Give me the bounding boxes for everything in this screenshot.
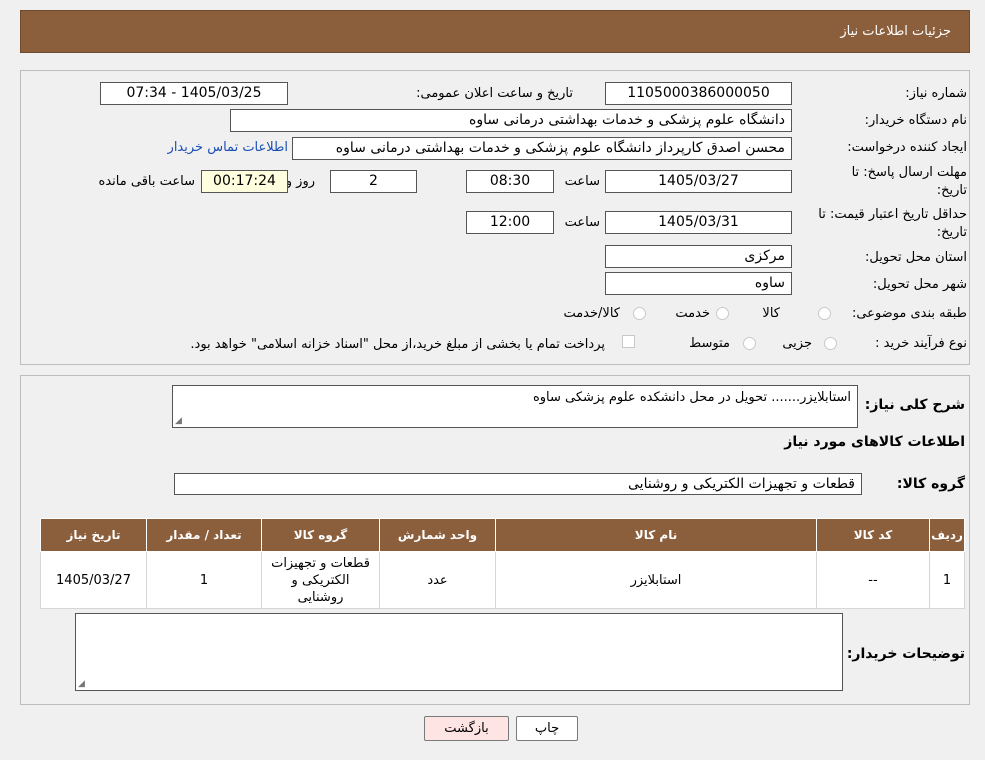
goods-group-field[interactable]: قطعات و تجهیزات الکتریکی و روشنایی — [174, 473, 862, 495]
days-label: روز و — [285, 174, 315, 189]
buyer-notes-field[interactable]: ◢ — [75, 613, 843, 691]
deadline-label: مهلت ارسال پاسخ: تا — [851, 165, 967, 180]
validity-label: حداقل تاریخ اعتبار قیمت: تا — [818, 207, 967, 222]
col-quantity: تعداد / مقدار — [146, 518, 262, 552]
description-label: شرح کلی نیاز: — [864, 397, 965, 413]
need-number-field[interactable]: 1105000386000050 — [605, 82, 792, 105]
col-unit: واحد شمارش — [379, 518, 496, 552]
category-label: طبقه بندی موضوعی: — [851, 306, 967, 321]
city-label: شهر محل تحویل: — [872, 277, 967, 292]
resize-grip-icon: ◢ — [175, 416, 182, 426]
process-label: نوع فرآیند خرید : — [875, 336, 967, 351]
print-button[interactable]: چاپ — [516, 716, 578, 741]
treasury-payment-checkbox[interactable] — [622, 335, 635, 348]
page-header: جزئیات اطلاعات نیاز — [20, 10, 970, 53]
category-service-label: خدمت — [675, 306, 710, 321]
validity-label-date: تاریخ: — [936, 225, 967, 240]
remaining-time-field[interactable]: 00:17:24 — [201, 170, 288, 193]
resize-grip-icon: ◢ — [78, 679, 85, 689]
process-minor-radio[interactable] — [824, 337, 837, 350]
cell-unit: عدد — [379, 551, 496, 609]
cell-row: 1 — [929, 551, 965, 609]
validity-time-field[interactable]: 12:00 — [466, 211, 554, 234]
col-code: کد کالا — [816, 518, 930, 552]
process-medium-label: متوسط — [689, 336, 730, 351]
city-field[interactable]: ساوه — [605, 272, 792, 295]
cell-group: قطعات و تجهیزات الکتریکی و روشنایی — [261, 551, 380, 609]
col-name: نام کالا — [495, 518, 817, 552]
cell-quantity: 1 — [146, 551, 262, 609]
deadline-date-field[interactable]: 1405/03/27 — [605, 170, 792, 193]
cell-code: -- — [816, 551, 930, 609]
cell-need-date: 1405/03/27 — [40, 551, 147, 609]
province-field[interactable]: مرکزی — [605, 245, 792, 268]
need-number-label: شماره نیاز: — [905, 86, 967, 101]
buyer-org-field[interactable]: دانشگاه علوم پزشکی و خدمات بهداشتی درمان… — [230, 109, 792, 132]
goods-table-header: ردیف کد کالا نام کالا واحد شمارش گروه کا… — [40, 518, 965, 552]
requester-field[interactable]: محسن اصدق کارپرداز دانشگاه علوم پزشکی و … — [292, 137, 792, 160]
deadline-label-date: تاریخ: — [936, 183, 967, 198]
goods-table: ردیف کد کالا نام کالا واحد شمارش گروه کا… — [40, 518, 965, 609]
category-goods-service-label: کالا/خدمت — [563, 306, 620, 321]
goods-info-title: اطلاعات کالاهای مورد نیاز — [784, 434, 965, 450]
buyer-contact-link[interactable]: اطلاعات تماس خریدار — [168, 140, 288, 155]
page-title: جزئیات اطلاعات نیاز — [840, 24, 951, 39]
announce-label: تاریخ و ساعت اعلان عمومی: — [416, 86, 573, 101]
category-goods-radio[interactable] — [818, 307, 831, 320]
goods-group-label: گروه کالا: — [896, 476, 965, 492]
description-field[interactable]: استابلایزر....... تحویل در محل دانشکده ع… — [172, 385, 858, 428]
category-goods-label: کالا — [762, 306, 780, 321]
treasury-payment-note: پرداخت تمام یا بخشی از مبلغ خرید،از محل … — [190, 337, 605, 352]
buyer-notes-label: توضیحات خریدار: — [846, 646, 965, 662]
col-row: ردیف — [929, 518, 965, 552]
category-service-radio[interactable] — [716, 307, 729, 320]
announce-datetime-field[interactable]: 1405/03/25 - 07:34 — [100, 82, 288, 105]
back-button[interactable]: بازگشت — [424, 716, 509, 741]
remaining-label: ساعت باقی مانده — [98, 174, 195, 189]
deadline-time-field[interactable]: 08:30 — [466, 170, 554, 193]
validity-date-field[interactable]: 1405/03/31 — [605, 211, 792, 234]
buyer-org-label: نام دستگاه خریدار: — [864, 113, 967, 128]
col-group: گروه کالا — [261, 518, 380, 552]
deadline-time-label: ساعت — [564, 174, 600, 189]
process-medium-radio[interactable] — [743, 337, 756, 350]
description-text: استابلایزر....... تحویل در محل دانشکده ع… — [532, 390, 851, 405]
cell-name: استابلایزر — [495, 551, 817, 609]
validity-time-label: ساعت — [564, 215, 600, 230]
remaining-days-field[interactable]: 2 — [330, 170, 417, 193]
province-label: استان محل تحویل: — [865, 250, 967, 265]
requester-label: ایجاد کننده درخواست: — [847, 140, 967, 155]
table-row: 1 -- استابلایزر عدد قطعات و تجهیزات الکت… — [40, 551, 965, 609]
category-goods-service-radio[interactable] — [633, 307, 646, 320]
col-need-date: تاریخ نیاز — [40, 518, 147, 552]
process-minor-label: جزیی — [782, 336, 812, 351]
